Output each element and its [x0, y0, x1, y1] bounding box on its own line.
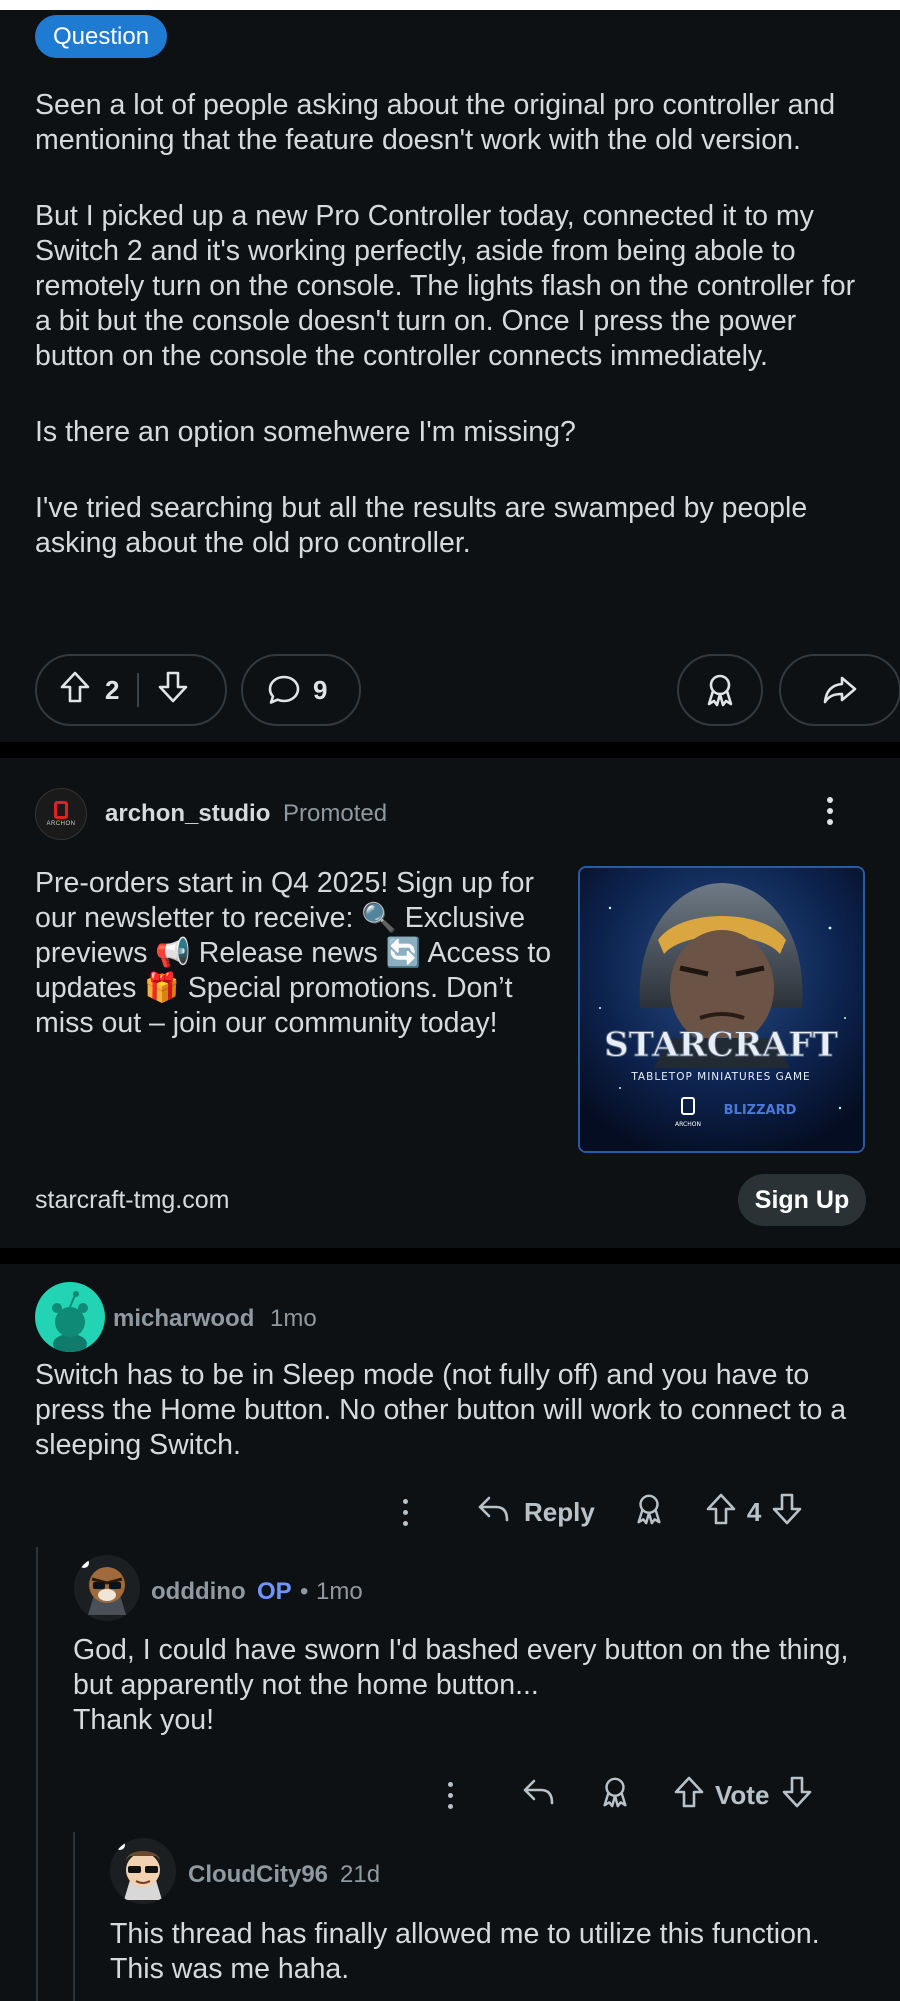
- post-actions: 2 9: [35, 654, 900, 726]
- avatar-text: ARCHON: [46, 821, 76, 827]
- award-icon[interactable]: [599, 1775, 631, 1816]
- post-body: Seen a lot of people asking about the or…: [35, 88, 875, 602]
- thread-line: [36, 1547, 38, 2001]
- promoted-label: Promoted: [283, 800, 388, 827]
- downvote-icon[interactable]: [771, 1492, 803, 1533]
- upvote-icon[interactable]: [673, 1775, 705, 1816]
- award-button[interactable]: [677, 654, 763, 726]
- separator-dot: •: [300, 1578, 309, 1605]
- upvote-icon[interactable]: [59, 670, 91, 711]
- comment-time: 1mo: [270, 1305, 317, 1332]
- comment-bubble-icon: [268, 675, 300, 704]
- avatar[interactable]: [35, 1282, 105, 1352]
- post-paragraph: Is there an option somehwere I'm missing…: [35, 416, 576, 448]
- comment-time: 21d: [340, 1861, 381, 1888]
- section-divider: [0, 1248, 900, 1264]
- post-flair[interactable]: Question: [35, 15, 168, 58]
- archon-logo-icon: [54, 801, 68, 819]
- sign-up-button[interactable]: Sign Up: [738, 1174, 866, 1226]
- avatar[interactable]: [74, 1555, 140, 1621]
- vote-label: Vote: [715, 1779, 770, 1810]
- comment-actions: Vote: [445, 1770, 813, 1820]
- comment-username[interactable]: CloudCity96: [188, 1861, 328, 1889]
- comment-body: This thread has finally allowed me to ut…: [110, 1918, 820, 1985]
- upvote-icon[interactable]: [705, 1492, 737, 1533]
- comment-body: God, I could have sworn I'd bashed every…: [73, 1634, 849, 1736]
- comment-username[interactable]: odddino: [151, 1578, 246, 1606]
- post-paragraph: Seen a lot of people asking about the or…: [35, 89, 836, 156]
- ad-body: Pre-orders start in Q4 2025! Sign up for…: [35, 867, 552, 1039]
- thread-line: [73, 1832, 75, 2001]
- comments-button[interactable]: 9: [241, 654, 361, 726]
- award-icon[interactable]: [633, 1492, 665, 1533]
- comment-body: Switch has to be in Sleep mode (not full…: [35, 1359, 847, 1461]
- ad-domain[interactable]: starcraft-tmg.com: [35, 1186, 229, 1215]
- more-options-icon[interactable]: [445, 1779, 455, 1812]
- status-strip: [0, 0, 900, 10]
- more-options-icon[interactable]: [400, 1496, 410, 1529]
- downvote-icon[interactable]: [157, 670, 189, 711]
- post: Question Seen a lot of people asking abo…: [0, 10, 900, 740]
- image-logo-left: ARCHON: [675, 1121, 701, 1128]
- vote-pill: 2: [35, 654, 227, 726]
- promoted-post[interactable]: ARCHON archon_studio Promoted Pre-orders…: [0, 758, 900, 1248]
- vote-count: 2: [105, 674, 120, 705]
- reply-button[interactable]: Reply: [524, 1497, 595, 1528]
- share-icon: [823, 676, 857, 704]
- reply-icon[interactable]: [521, 1777, 555, 1814]
- advertiser-username[interactable]: archon_studio: [105, 800, 270, 828]
- image-subtitle: TABLETOP MINIATURES GAME: [630, 1071, 810, 1083]
- downvote-icon[interactable]: [781, 1775, 813, 1816]
- op-badge: OP: [257, 1578, 292, 1605]
- image-logo-right: BLIZZARD: [724, 1103, 797, 1118]
- comment-username[interactable]: micharwood: [113, 1305, 254, 1333]
- ad-image[interactable]: STARCRAFT TABLETOP MINIATURES GAME ARCHO…: [578, 866, 865, 1153]
- advertiser-avatar[interactable]: ARCHON: [35, 788, 87, 840]
- share-button[interactable]: [779, 654, 900, 726]
- award-icon: [707, 674, 733, 707]
- vote-count: 4: [746, 1496, 762, 1527]
- reply-icon[interactable]: [476, 1494, 510, 1531]
- avatar[interactable]: [110, 1838, 176, 1904]
- section-divider: [0, 742, 900, 758]
- post-paragraph: I've tried searching but all the results…: [35, 492, 808, 559]
- comment-list: micharwood 1mo Switch has to be in Sleep…: [0, 1265, 900, 2001]
- vote-separator: [137, 673, 140, 707]
- image-title: STARCRAFT: [604, 1025, 838, 1065]
- post-paragraph: But I picked up a new Pro Controller tod…: [35, 200, 856, 372]
- comment-actions: Reply 4: [400, 1487, 803, 1537]
- comment-time: 1mo: [316, 1578, 363, 1605]
- more-options-icon[interactable]: [820, 794, 840, 834]
- comment-count: 9: [313, 674, 328, 705]
